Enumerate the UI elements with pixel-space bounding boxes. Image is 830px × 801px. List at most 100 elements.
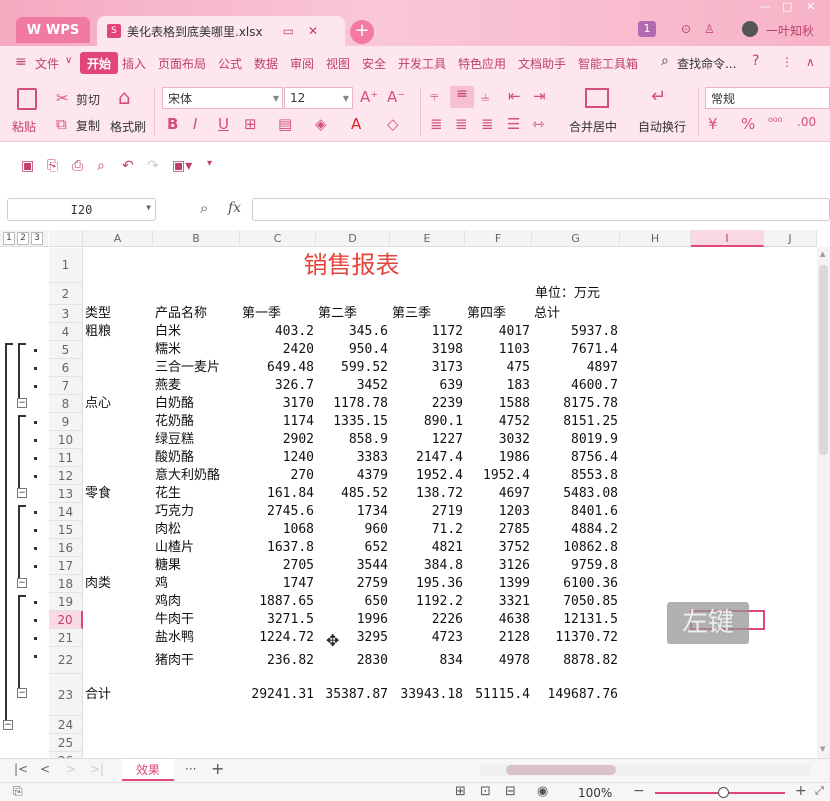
cell-b6[interactable]: 三合一麦片 <box>155 359 238 377</box>
row-header-15[interactable]: 15 <box>49 521 83 539</box>
cell-b20[interactable]: 牛肉干 <box>155 611 238 629</box>
cell-b12[interactable]: 意大利奶酪 <box>155 467 238 485</box>
cell-e5[interactable]: 3198 <box>392 341 463 359</box>
menu-smart-toolbox[interactable]: 智能工具箱 <box>578 55 638 72</box>
sheet-title[interactable]: 销售报表 <box>83 248 620 283</box>
bold-icon[interactable]: B <box>167 115 178 133</box>
cell-c9[interactable]: 1174 <box>242 413 314 431</box>
page-layout-view-icon[interactable]: ⊟ <box>505 784 516 799</box>
cell-c13[interactable]: 161.84 <box>242 485 314 503</box>
cell-f4[interactable]: 4017 <box>467 323 530 341</box>
zoom-in-icon[interactable]: + <box>795 783 807 799</box>
row-header-14[interactable]: 14 <box>49 503 83 521</box>
decrease-font-icon[interactable]: A⁻ <box>387 88 405 106</box>
cell-b23[interactable] <box>155 674 238 716</box>
row-header-5[interactable]: 5 <box>49 341 83 359</box>
prev-sheet-icon[interactable]: < <box>40 762 50 776</box>
align-bottom-icon[interactable]: ⫨ <box>481 87 489 105</box>
zoom-slider-knob[interactable] <box>718 787 729 798</box>
merge-icon[interactable] <box>585 88 609 108</box>
cell-d15[interactable]: 960 <box>318 521 388 539</box>
cell-c20[interactable]: 3271.5 <box>242 611 314 629</box>
row-header-2[interactable]: 2 <box>49 283 83 305</box>
share-icon[interactable]: ⊙ <box>681 22 691 38</box>
cell-f23[interactable]: 51115.4 <box>467 674 530 716</box>
cell-d23[interactable]: 35387.87 <box>318 674 388 716</box>
eye-protection-icon[interactable]: ◉ <box>537 784 548 799</box>
cell-c6[interactable]: 649.48 <box>242 359 314 377</box>
cell-g17[interactable]: 9759.8 <box>534 557 618 575</box>
row-header-18[interactable]: 18 <box>49 575 83 593</box>
fullscreen-icon[interactable]: ⤢ <box>815 784 824 798</box>
user-name[interactable]: 一叶知秋 <box>766 22 814 38</box>
scroll-up-icon[interactable]: ▲ <box>820 250 825 258</box>
cell-c14[interactable]: 2745.6 <box>242 503 314 521</box>
add-sheet-icon[interactable]: + <box>211 759 224 778</box>
cell-e22[interactable]: 834 <box>392 647 463 674</box>
cell-d5[interactable]: 950.4 <box>318 341 388 359</box>
cell-e4[interactable]: 1172 <box>392 323 463 341</box>
cell-a6[interactable] <box>85 359 151 377</box>
cell-c16[interactable]: 1637.8 <box>242 539 314 557</box>
menu-insert[interactable]: 插入 <box>122 55 146 72</box>
cell-g21[interactable]: 11370.72 <box>534 629 618 647</box>
unit-label[interactable]: 单位：万元 <box>535 283 600 305</box>
cell-f20[interactable]: 4638 <box>467 611 530 629</box>
cell-f10[interactable]: 3032 <box>467 431 530 449</box>
cell-d12[interactable]: 4379 <box>318 467 388 485</box>
paste-icon[interactable] <box>17 88 37 110</box>
cell-f6[interactable]: 475 <box>467 359 530 377</box>
zoom-slider[interactable] <box>655 787 785 798</box>
monitor-icon[interactable]: ▭ <box>283 24 294 38</box>
badge-count[interactable]: 1 <box>638 21 656 37</box>
cut-button[interactable]: 剪切 <box>76 91 100 108</box>
close-tab-icon[interactable]: ✕ <box>308 24 318 38</box>
cell-b18[interactable]: 鸡 <box>155 575 238 593</box>
column-header-i[interactable]: I <box>691 230 764 247</box>
row-header-21[interactable]: 21 <box>49 629 83 647</box>
cell-c19[interactable]: 1887.65 <box>242 593 314 611</box>
row-header-12[interactable]: 12 <box>49 467 83 485</box>
cell-a3[interactable]: 类型 <box>85 305 151 323</box>
column-header-c[interactable]: C <box>240 230 316 247</box>
cell-a15[interactable] <box>85 521 151 539</box>
more-icon[interactable]: ⋮ <box>781 55 793 69</box>
row-header-10[interactable]: 10 <box>49 431 83 449</box>
cell-e9[interactable]: 890.1 <box>392 413 463 431</box>
cell-a7[interactable] <box>85 377 151 395</box>
cell-e20[interactable]: 2226 <box>392 611 463 629</box>
cell-c15[interactable]: 1068 <box>242 521 314 539</box>
cell-g13[interactable]: 5483.08 <box>534 485 618 503</box>
collapse-group-button[interactable]: − <box>17 488 27 498</box>
cell-b9[interactable]: 花奶酪 <box>155 413 238 431</box>
cell-e23[interactable]: 33943.18 <box>392 674 463 716</box>
cell-b5[interactable]: 糯米 <box>155 341 238 359</box>
cell-g4[interactable]: 5937.8 <box>534 323 618 341</box>
row-header-9[interactable]: 9 <box>49 413 83 431</box>
copy-button[interactable]: 复制 <box>76 117 100 134</box>
align-middle-button[interactable]: ≡ <box>450 86 474 108</box>
align-right-icon[interactable]: ≣ <box>481 115 494 133</box>
cell-g18[interactable]: 6100.36 <box>534 575 618 593</box>
decimal-icon[interactable]: .00 <box>797 113 816 131</box>
cell-f22[interactable]: 4978 <box>467 647 530 674</box>
cell-a18[interactable]: 肉类 <box>85 575 151 593</box>
column-header-a[interactable]: A <box>83 230 153 247</box>
row-header-1[interactable]: 1 <box>49 248 83 283</box>
vertical-scrollbar[interactable]: ▲ ▼ <box>817 247 830 758</box>
cell-f9[interactable]: 4752 <box>467 413 530 431</box>
row-header-3[interactable]: 3 <box>49 305 83 323</box>
cell-e7[interactable]: 639 <box>392 377 463 395</box>
select-all-corner[interactable] <box>49 230 83 247</box>
increase-font-icon[interactable]: A⁺ <box>360 88 378 106</box>
cell-g16[interactable]: 10862.8 <box>534 539 618 557</box>
cell-g3[interactable]: 总计 <box>534 305 618 323</box>
scissors-icon[interactable]: ✂ <box>56 89 69 107</box>
cell-a21[interactable] <box>85 629 151 647</box>
cell-d17[interactable]: 3544 <box>318 557 388 575</box>
redo-icon[interactable]: ↷ <box>147 158 159 174</box>
cell-b3[interactable]: 产品名称 <box>155 305 238 323</box>
column-header-e[interactable]: E <box>390 230 465 247</box>
cell-e19[interactable]: 1192.2 <box>392 593 463 611</box>
collapse-group-button[interactable]: − <box>17 578 27 588</box>
